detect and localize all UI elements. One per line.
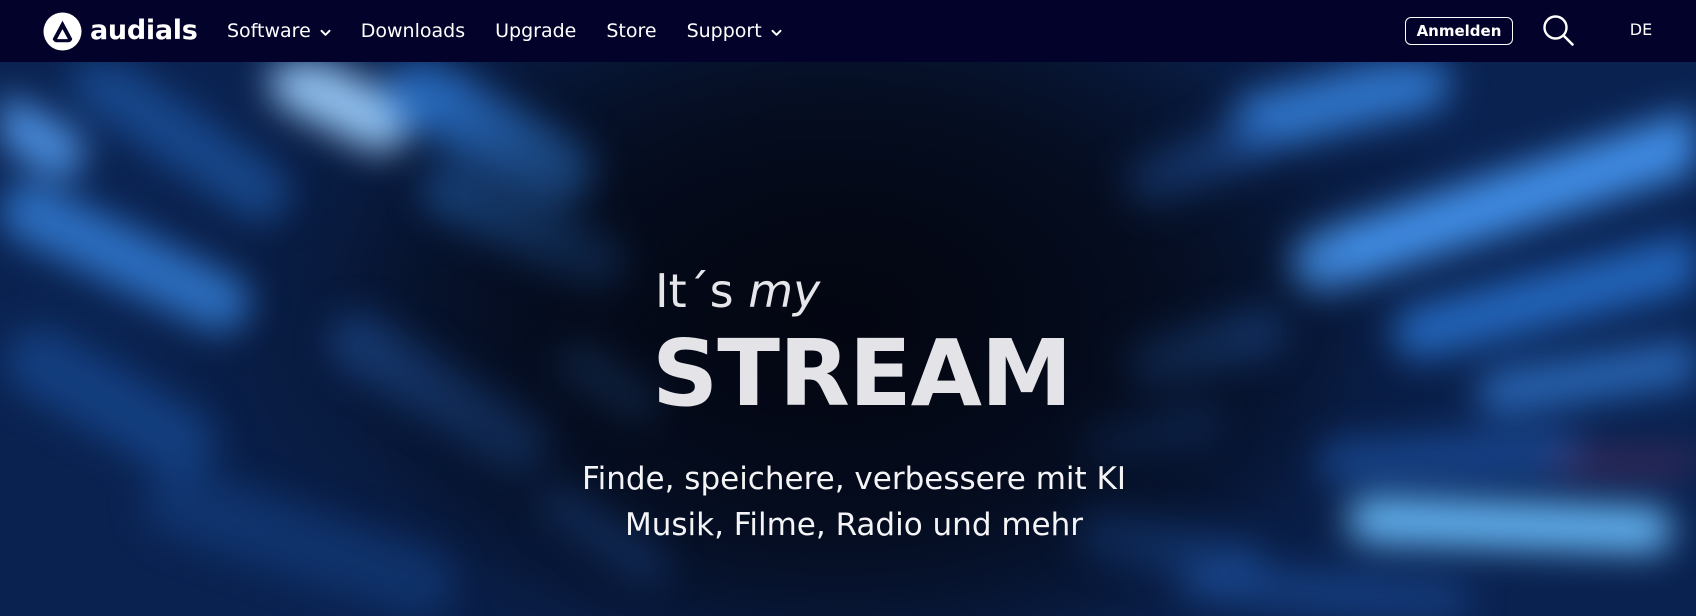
hero-subline-2: Musik, Filme, Radio und mehr <box>624 507 1084 543</box>
nav-item-upgrade[interactable]: Upgrade <box>495 20 576 42</box>
brand-home-link[interactable]: audials <box>43 11 198 51</box>
hero-banner: It´s my STREAM Finde, speichere, verbess… <box>0 62 1696 616</box>
page: audials Software Downloads Upgrade Store… <box>0 0 1696 616</box>
nav-item-label: Downloads <box>360 20 466 42</box>
audials-logo-icon <box>43 11 82 51</box>
top-navbar: audials Software Downloads Upgrade Store… <box>0 0 1696 62</box>
login-button[interactable]: Anmelden <box>1405 17 1513 45</box>
nav-item-store[interactable]: Store <box>606 20 656 42</box>
hero-tagline-prefix: It´s <box>655 264 749 318</box>
nav-item-label: Upgrade <box>495 20 577 42</box>
nav-item-software[interactable]: Software <box>227 20 331 42</box>
chevron-down-icon <box>320 29 331 36</box>
hero-headline: STREAM <box>652 320 1072 427</box>
nav-item-label: Software <box>227 20 311 42</box>
chevron-down-icon <box>771 29 782 36</box>
hero-tagline: It´s my <box>655 268 820 314</box>
search-button[interactable] <box>1541 13 1577 49</box>
main-nav: Software Downloads Upgrade Store Support <box>227 0 812 62</box>
nav-item-label: Support <box>686 20 762 42</box>
nav-item-downloads[interactable]: Downloads <box>361 20 465 42</box>
hero-tagline-emphasis: my <box>748 264 821 318</box>
search-icon <box>1543 15 1574 46</box>
nav-item-label: Store <box>606 20 657 42</box>
nav-item-support[interactable]: Support <box>687 20 782 42</box>
language-switcher[interactable]: DE <box>1628 20 1654 39</box>
brand-name: audials <box>90 14 198 46</box>
hero-text: It´s my STREAM Finde, speichere, verbess… <box>0 62 1696 616</box>
hero-subline-1: Finde, speichere, verbessere mit KI <box>582 461 1126 497</box>
